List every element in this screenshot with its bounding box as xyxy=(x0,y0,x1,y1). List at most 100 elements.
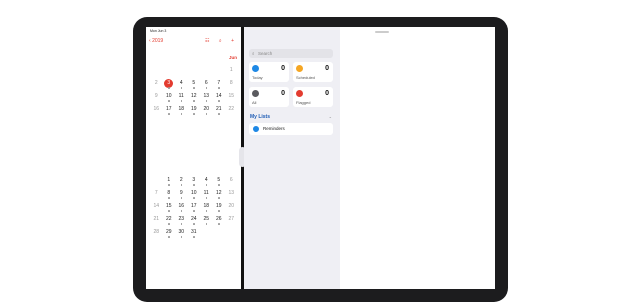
calendar-week-row: 2345678 xyxy=(150,79,238,93)
calendar-day[interactable]: 7 xyxy=(213,80,226,93)
calendar-day[interactable]: 22 xyxy=(225,106,238,119)
calendar-day[interactable]: 26 xyxy=(213,216,226,229)
event-dot xyxy=(218,100,220,102)
flag-icon xyxy=(296,90,303,97)
tray-icon xyxy=(252,90,259,97)
calendar-day[interactable]: 28 xyxy=(150,229,163,242)
calendar-day[interactable]: 12 xyxy=(213,190,226,203)
search-field[interactable]: ⌕ Search xyxy=(249,49,333,58)
calendar-day[interactable]: 21 xyxy=(150,216,163,229)
calendar-day[interactable]: 7 xyxy=(150,190,163,203)
event-dot xyxy=(168,197,170,199)
event-dot xyxy=(168,184,170,186)
smart-list-count: 0 xyxy=(281,90,285,97)
event-dot xyxy=(193,223,195,225)
multitasking-indicator[interactable] xyxy=(375,31,389,33)
smart-list-scheduled[interactable]: 0 Scheduled xyxy=(293,62,333,82)
calendar-day[interactable]: 31 xyxy=(188,229,201,242)
smart-list-label: All xyxy=(252,100,257,105)
calendar-day[interactable]: 9 xyxy=(175,190,188,203)
calendar-day[interactable]: 29 xyxy=(163,229,176,242)
chevron-down-icon[interactable]: ⌄ xyxy=(329,114,332,119)
calendar-day[interactable]: 22 xyxy=(163,216,176,229)
calendar-day xyxy=(225,229,238,242)
event-dot xyxy=(180,100,182,102)
calendar-day[interactable]: 5 xyxy=(188,80,201,93)
calendar-day[interactable]: 8 xyxy=(225,80,238,93)
calendar-day[interactable]: 6 xyxy=(225,177,238,190)
calendar-day[interactable]: 16 xyxy=(175,203,188,216)
calendar-day[interactable]: 13 xyxy=(200,93,213,106)
smart-list-count: 0 xyxy=(325,65,329,72)
event-dot xyxy=(205,113,207,115)
reminders-detail-pane xyxy=(340,27,495,289)
smart-list-all[interactable]: 0 All xyxy=(249,87,289,107)
calendar-week-row: 1 xyxy=(150,67,238,80)
calendar-day[interactable]: 20 xyxy=(200,106,213,119)
month-grid-june: 1 2 3 4 5 6 7 8 9 10 11 12 13 14 15 16 17 18 19 20 21 22 xyxy=(150,67,238,119)
calendar-day[interactable]: 20 xyxy=(225,203,238,216)
calendar-day[interactable]: 1 xyxy=(225,67,238,80)
calendar-day[interactable]: 14 xyxy=(213,93,226,106)
event-dot xyxy=(180,197,182,199)
month-grid-july: 1 2 3 4 5 6 7 8 9 10 11 12 13 14 15 16 17 18 19 20 21 22 23 24 2… xyxy=(150,177,238,242)
back-button[interactable]: ‹ 2019 xyxy=(149,38,163,44)
my-lists-heading: My Lists xyxy=(250,114,271,120)
calendar-day[interactable]: 13 xyxy=(225,190,238,203)
ipad-screen: Mon Jun 3 ‹ 2019 ☷ ⌕ + Jun 1 2 3 4 5 6 7 8 9 10 11… xyxy=(146,27,495,289)
event-dot xyxy=(193,87,195,89)
calendar-day[interactable]: 27 xyxy=(225,216,238,229)
calendar-day[interactable]: 10 xyxy=(188,190,201,203)
calendar-day[interactable]: 25 xyxy=(200,216,213,229)
calendar-toolbar-icons[interactable]: ☷ ⌕ + xyxy=(205,38,238,44)
calendar-day xyxy=(150,67,163,80)
calendar-day[interactable]: 11 xyxy=(200,190,213,203)
calendar-day[interactable]: 14 xyxy=(150,203,163,216)
event-dot xyxy=(180,223,182,225)
calendar-day[interactable]: 6 xyxy=(200,80,213,93)
calendar-day[interactable]: 1 xyxy=(163,177,176,190)
calendar-day[interactable]: 4 xyxy=(175,80,188,93)
calendar-day[interactable]: 18 xyxy=(175,106,188,119)
event-dot xyxy=(168,210,170,212)
event-dot xyxy=(168,113,170,115)
calendar-day[interactable]: 2 xyxy=(175,177,188,190)
calendar-day[interactable]: 19 xyxy=(188,106,201,119)
calendar-week-row: 9 10 11 12 13 14 15 xyxy=(150,93,238,106)
calendar-day[interactable]: 8 xyxy=(163,190,176,203)
calendar-day[interactable]: 23 xyxy=(175,216,188,229)
month-label: Jun xyxy=(228,55,237,60)
calendar-day[interactable]: 30 xyxy=(175,229,188,242)
event-dot xyxy=(205,100,207,102)
calendar-day[interactable]: 11 xyxy=(175,93,188,106)
calendar-day[interactable]: 15 xyxy=(163,203,176,216)
calendar-day[interactable]: 19 xyxy=(213,203,226,216)
calendar-day[interactable]: 16 xyxy=(150,106,163,119)
calendar-day[interactable]: 2 xyxy=(150,80,163,93)
calendar-day xyxy=(213,229,226,242)
calendar-day[interactable]: 24 xyxy=(188,216,201,229)
back-label: 2019 xyxy=(152,38,164,44)
calendar-icon xyxy=(252,65,259,72)
list-item-reminders[interactable]: Reminders xyxy=(249,123,333,135)
smart-list-flagged[interactable]: 0 Flagged xyxy=(293,87,333,107)
smart-list-today[interactable]: 0 Today xyxy=(249,62,289,82)
calendar-day[interactable]: 21 xyxy=(213,106,226,119)
calendar-day[interactable]: 9 xyxy=(150,93,163,106)
calendar-day xyxy=(200,67,213,80)
event-dot xyxy=(180,184,182,186)
calendar-day[interactable]: 4 xyxy=(200,177,213,190)
list-label: Reminders xyxy=(263,126,285,131)
event-dot xyxy=(205,210,207,212)
calendar-day[interactable]: 17 xyxy=(188,203,201,216)
calendar-day[interactable]: 17 xyxy=(163,106,176,119)
calendar-day[interactable]: 18 xyxy=(200,203,213,216)
calendar-day[interactable]: 12 xyxy=(188,93,201,106)
calendar-day[interactable]: 10 xyxy=(163,93,176,106)
status-time: Mon Jun 3 xyxy=(150,29,167,33)
calendar-day[interactable]: 3 xyxy=(163,79,176,93)
calendar-day[interactable]: 3 xyxy=(188,177,201,190)
calendar-day[interactable]: 15 xyxy=(225,93,238,106)
calendar-day[interactable]: 5 xyxy=(213,177,226,190)
event-dot xyxy=(218,223,220,225)
